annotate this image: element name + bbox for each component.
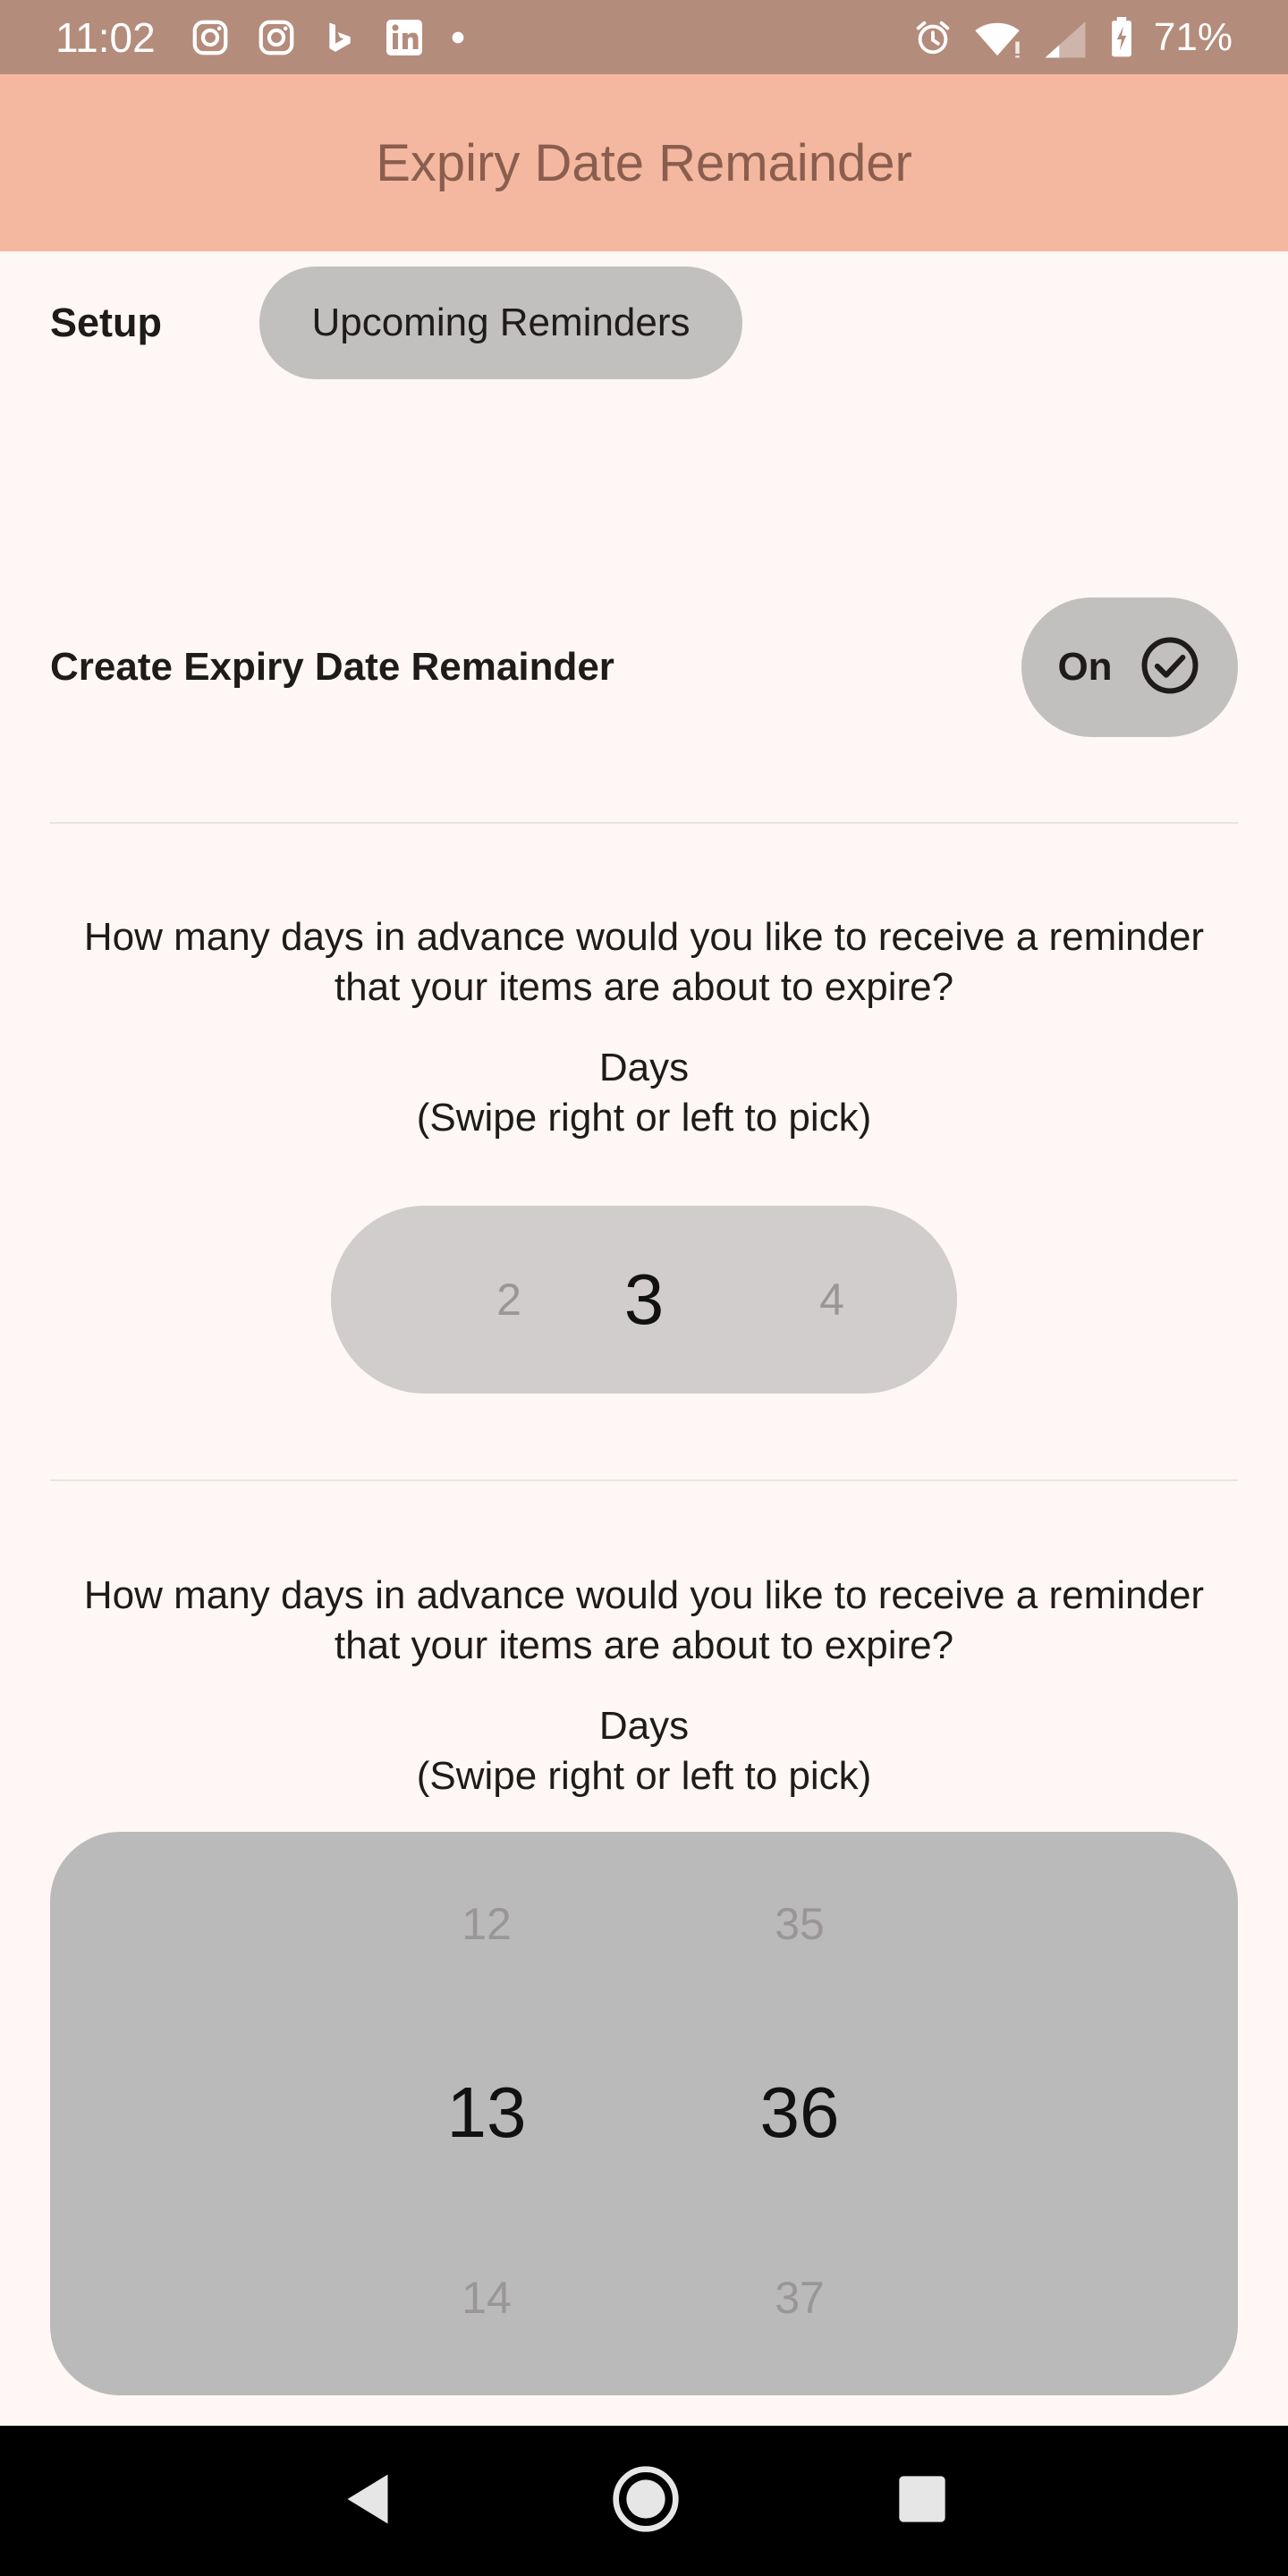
picker-col1-prev[interactable]: 12 — [397, 1898, 576, 1950]
battery-percent: 71% — [1153, 14, 1233, 59]
days-question-1: How many days in advance would you like … — [83, 915, 1205, 1009]
toggle-label: On — [1057, 645, 1113, 689]
create-reminder-row: Create Expiry Date Remainder On — [50, 597, 1238, 737]
picker-current-value[interactable]: 3 — [590, 1206, 698, 1394]
instagram-icon — [256, 17, 297, 58]
tab-setup[interactable]: Setup — [50, 267, 162, 379]
app-bar: Expiry Date Remainder — [0, 74, 1288, 251]
recents-icon[interactable] — [897, 2474, 947, 2529]
picker-prev-value[interactable]: 2 — [455, 1206, 563, 1394]
tab-bar: Setup Upcoming Reminders — [0, 267, 1288, 379]
picker-col1-next[interactable]: 14 — [397, 2272, 576, 2324]
home-icon[interactable] — [610, 2463, 682, 2539]
days-question-2: How many days in advance would you like … — [83, 1573, 1205, 1667]
divider — [50, 1479, 1238, 1481]
reminder-toggle-button[interactable]: On — [1021, 597, 1238, 737]
instagram-icon — [190, 17, 231, 58]
swipe-hint-2: (Swipe right or left to pick) — [416, 1754, 872, 1798]
signal-icon — [1041, 17, 1089, 58]
battery-charging-icon — [1109, 16, 1134, 58]
picker-next-value[interactable]: 4 — [778, 1206, 886, 1394]
status-time: 11:02 — [55, 13, 156, 61]
tab-upcoming-reminders[interactable]: Upcoming Reminders — [259, 267, 742, 379]
days-picker-single[interactable]: 2 3 4 — [331, 1206, 957, 1394]
status-bar: 11:02 71% — [0, 0, 1288, 74]
days-picker-double[interactable]: 12 13 14 35 36 37 — [50, 1832, 1238, 2395]
picker-col2-current[interactable]: 36 — [710, 2072, 889, 2154]
page-title: Expiry Date Remainder — [376, 133, 912, 192]
dot-icon — [451, 30, 465, 45]
back-icon[interactable] — [341, 2470, 394, 2533]
picker-col2-prev[interactable]: 35 — [710, 1898, 889, 1950]
picker-col1-current[interactable]: 13 — [397, 2072, 576, 2154]
wifi-icon — [973, 17, 1021, 58]
system-nav-bar — [0, 2426, 1288, 2576]
swipe-hint-1: (Swipe right or left to pick) — [416, 1096, 872, 1140]
alarm-icon — [912, 17, 953, 58]
create-reminder-label: Create Expiry Date Remainder — [50, 645, 614, 689]
check-circle-icon — [1138, 633, 1202, 702]
days-label-2: Days — [598, 1704, 690, 1748]
linkedin-icon — [383, 16, 426, 59]
picker-col2-next[interactable]: 37 — [710, 2272, 889, 2324]
bing-icon — [322, 17, 358, 58]
days-label-1: Days — [598, 1046, 690, 1089]
divider — [50, 822, 1238, 824]
